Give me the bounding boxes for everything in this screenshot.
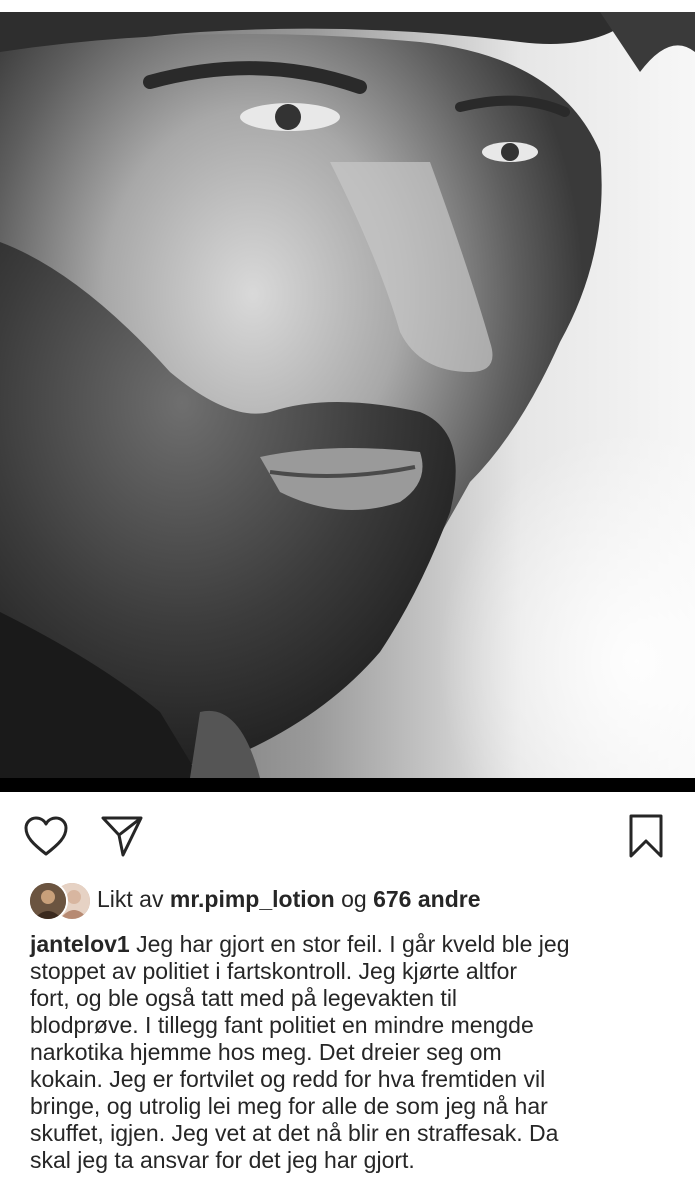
caption-line: bringe, og utrolig lei meg for alle de s… <box>30 1093 548 1119</box>
caption-line: narkotika hjemme hos meg. Det dreier seg… <box>30 1039 502 1065</box>
heart-icon <box>24 816 68 856</box>
avatar <box>28 881 68 921</box>
like-button[interactable] <box>20 810 72 862</box>
caption-line: blodprøve. I tillegg fant politiet en mi… <box>30 1012 534 1038</box>
caption-line: skuffet, igjen. Jeg vet at det nå blir e… <box>30 1120 559 1146</box>
caption-line: jantelov1 Jeg har gjort en stor feil. I … <box>30 931 675 958</box>
post-photo[interactable] <box>0 12 695 778</box>
post-caption: jantelov1 Jeg har gjort en stor feil. I … <box>30 931 675 1174</box>
caption-line: stoppet av politiet i fartskontroll. Jeg… <box>30 958 518 984</box>
caption-username[interactable]: jantelov1 <box>30 931 130 957</box>
likes-summary: Likt av mr.pimp_lotion og 676 andre <box>97 884 481 914</box>
bookmark-icon <box>629 814 663 858</box>
caption-line: fort, og ble også tatt med på legevakten… <box>30 985 458 1011</box>
save-button[interactable] <box>620 810 672 862</box>
liker-avatars[interactable] <box>28 881 92 921</box>
likes-prefix: Likt av <box>97 886 164 912</box>
caption-text: Jeg har gjort en stor feil. I går kveld … <box>136 931 570 957</box>
share-button[interactable] <box>96 810 148 862</box>
action-bar <box>0 810 695 866</box>
paper-plane-icon <box>101 816 143 857</box>
likes-conjunction: og <box>341 886 367 912</box>
liker-username[interactable]: mr.pimp_lotion <box>170 886 335 912</box>
photo-bottom-bar <box>0 778 695 792</box>
top-strip <box>0 0 695 12</box>
likes-row: Likt av mr.pimp_lotion og 676 andre <box>0 878 695 922</box>
likes-count[interactable]: 676 andre <box>373 886 480 912</box>
portrait-photo <box>0 12 695 778</box>
caption-line: kokain. Jeg er fortvilet og redd for hva… <box>30 1066 546 1092</box>
caption-line: skal jeg ta ansvar for det jeg har gjort… <box>30 1147 415 1173</box>
